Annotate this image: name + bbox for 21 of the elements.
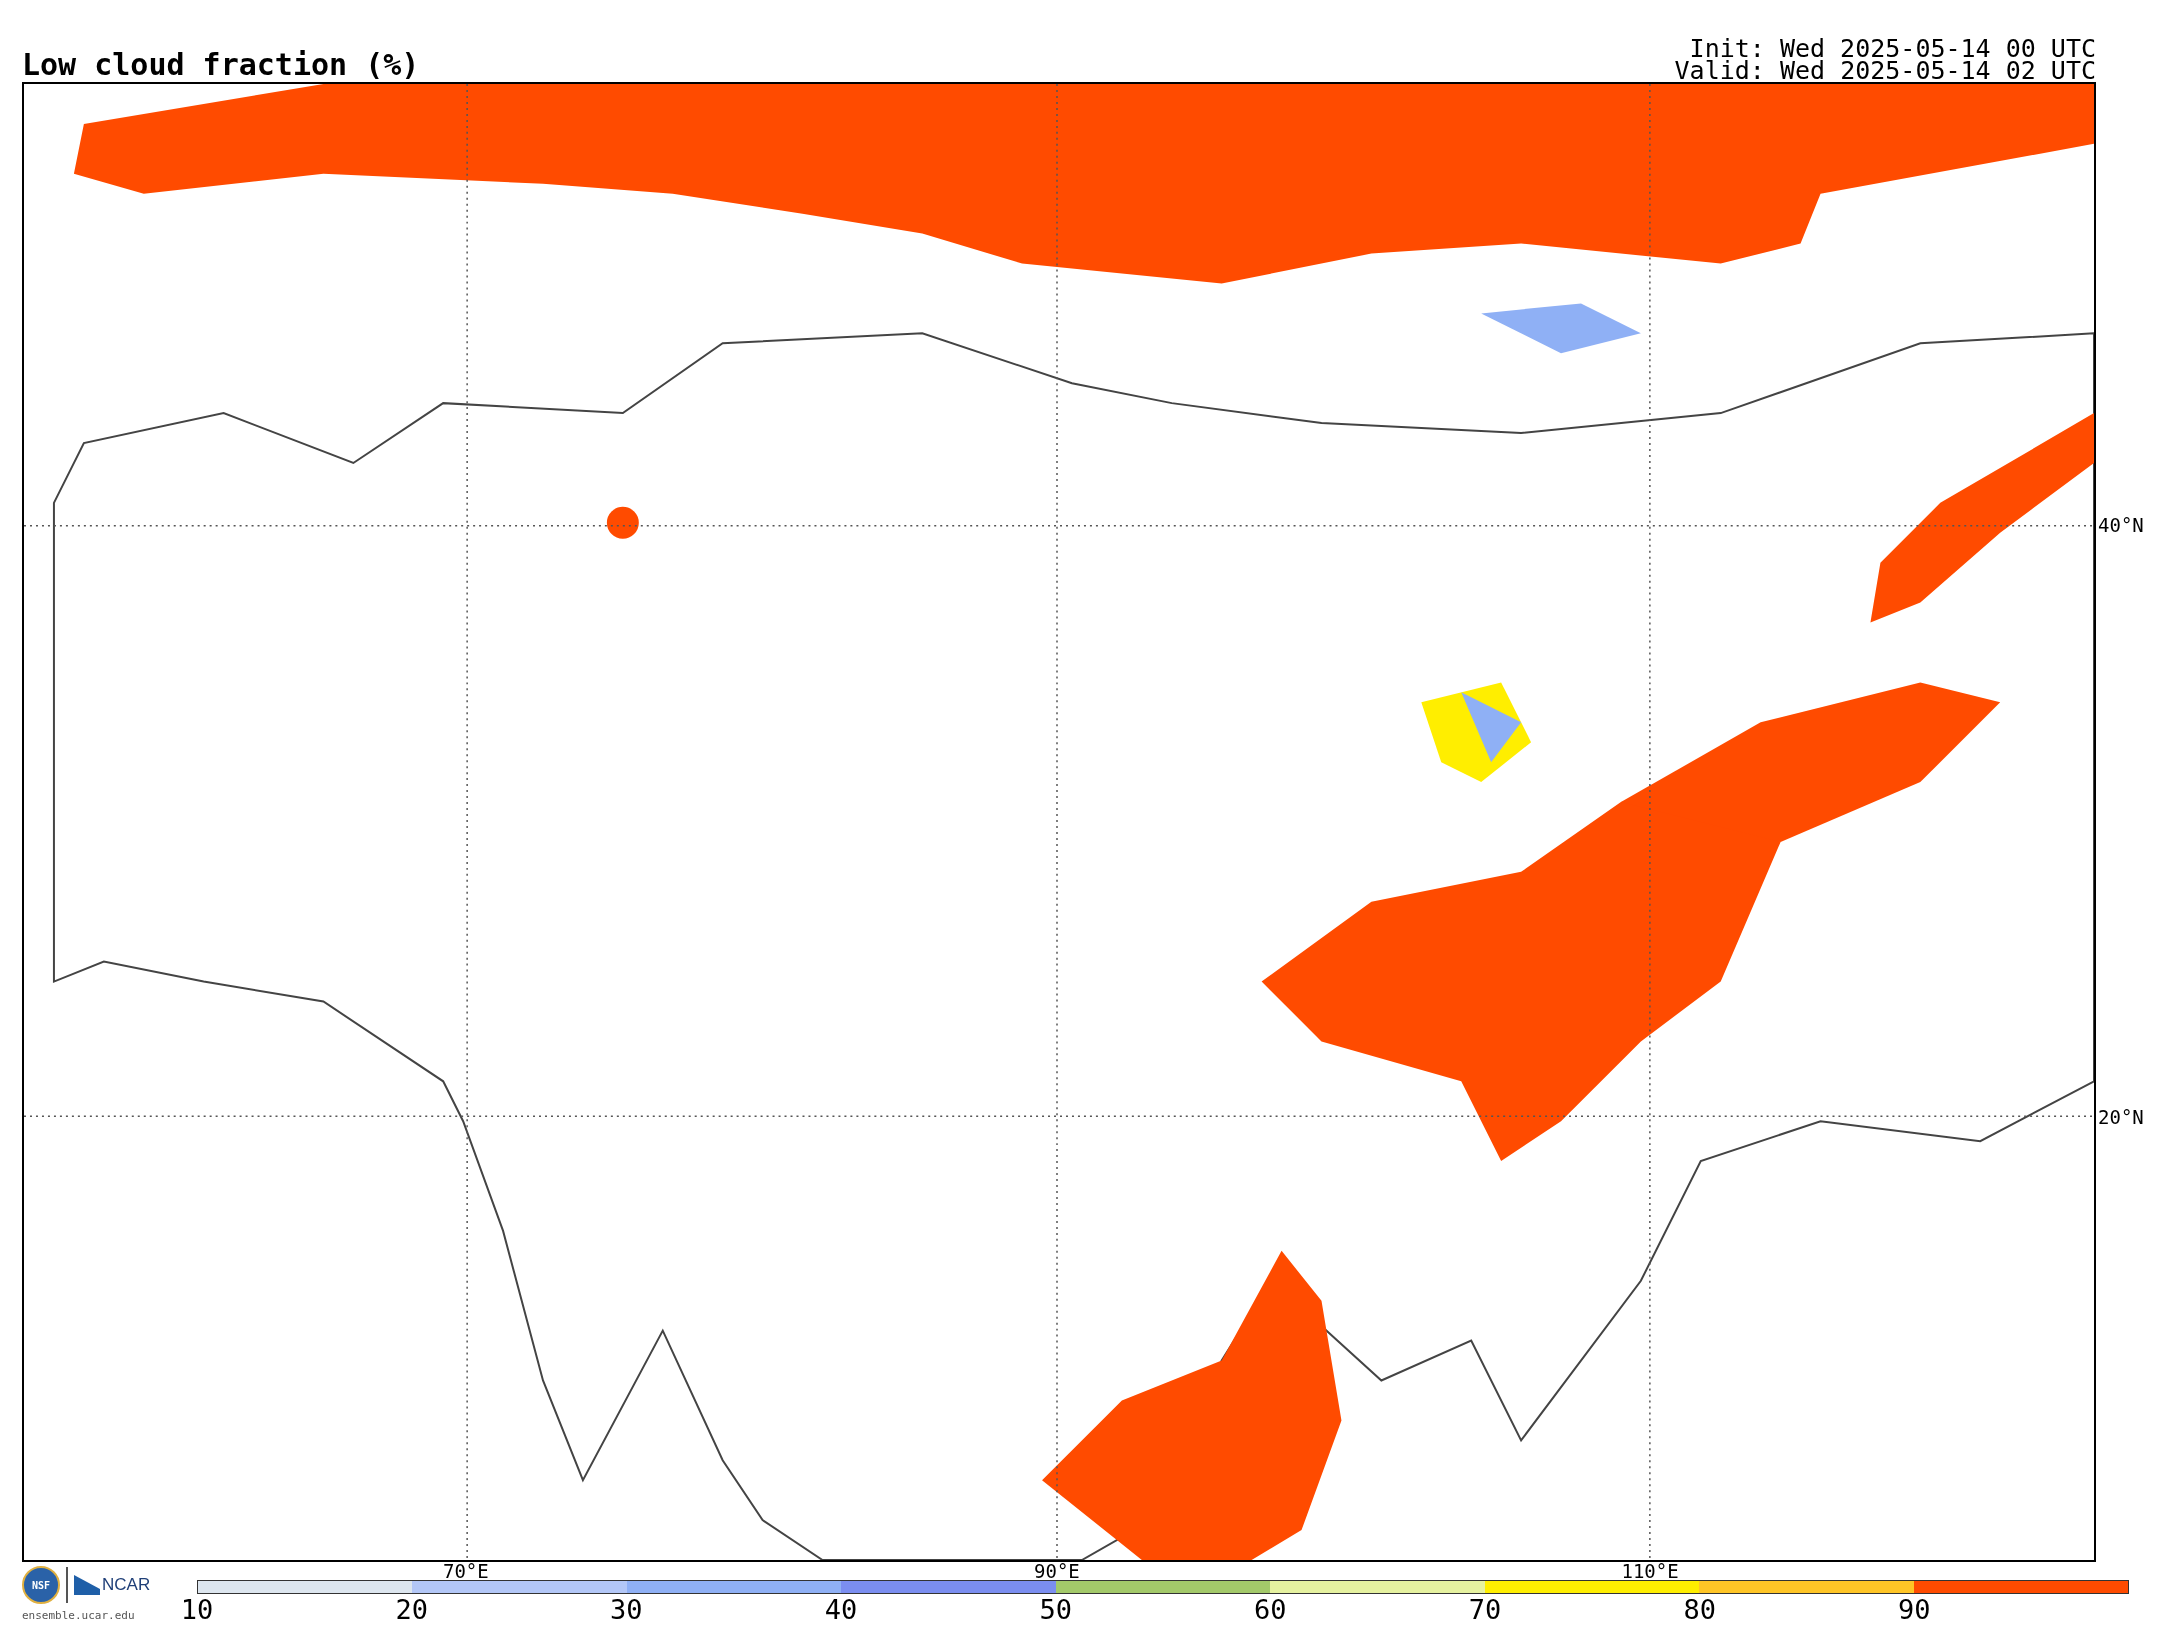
colorbar-tick-label: 60 <box>1254 1596 1287 1624</box>
valid-time: Valid: Wed 2025-05-14 02 UTC <box>1674 60 2096 82</box>
colorbar-tick-label: 10 <box>180 1596 214 1624</box>
init-time: Init: Wed 2025-05-14 00 UTC <box>1689 38 2096 60</box>
colorbar-tick-label: 90 <box>1898 1596 1931 1624</box>
colorbar-tick-label: 80 <box>1683 1596 1716 1624</box>
plot-title: Low cloud fraction (%) <box>22 50 420 82</box>
latitude-label: 20°N <box>2098 1106 2144 1127</box>
colorbar-tick-label: 50 <box>1039 1596 1072 1624</box>
colorbar-tick-label: 30 <box>610 1596 643 1624</box>
longitude-label: 70°E <box>442 1562 489 1581</box>
colorbar-tick-label: 40 <box>824 1596 858 1624</box>
ncar-logo-text: NCAR <box>102 1574 151 1597</box>
colorbar-tick-label: 20 <box>395 1596 428 1624</box>
nsf-seal-logo: NSF <box>22 1566 60 1604</box>
longitude-label: 110°E <box>1621 1562 1679 1581</box>
longitude-label: 90°E <box>1034 1562 1080 1581</box>
ncar-logo-icon <box>74 1575 100 1595</box>
latitude-label: 40°N <box>2098 514 2144 535</box>
site-url: ensemble.ucar.edu <box>22 1608 135 1624</box>
colorbar-tick-label: 70 <box>1468 1596 1502 1624</box>
